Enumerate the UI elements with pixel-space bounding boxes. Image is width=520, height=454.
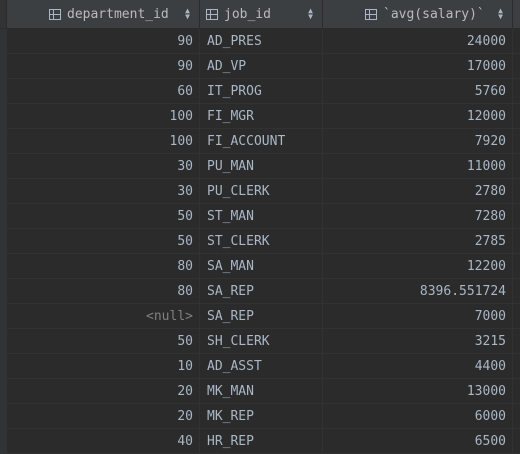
- cell-job-id[interactable]: IT_PROG: [200, 79, 323, 103]
- cell-department-id[interactable]: 90: [7, 29, 200, 53]
- cell-department-id[interactable]: 20: [7, 379, 200, 403]
- table-row[interactable]: 30 PU_CLERK 2780: [7, 179, 520, 204]
- cell-job-id[interactable]: ST_CLERK: [200, 229, 323, 253]
- table-row[interactable]: 100 FI_MGR 12000: [7, 104, 520, 129]
- column-header-label: `avg(salary)`: [383, 6, 485, 22]
- header-gutter: [0, 0, 7, 28]
- result-grid: department_id ▲ ▼ job_id ▲ ▼ `avg(salary)`…: [0, 0, 520, 454]
- column-header-avg-salary[interactable]: `avg(salary)` ▲ ▼: [323, 0, 513, 28]
- grid-body: 90 AD_PRES 24000 90 AD_VP 17000 60 IT_PROG 5760 1…: [0, 29, 520, 454]
- table-row[interactable]: 80 SA_REP 8396.551724: [7, 279, 520, 304]
- cell-department-id[interactable]: 90: [7, 54, 200, 78]
- cell-avg-salary[interactable]: 3215: [323, 329, 513, 353]
- cell-department-id[interactable]: 50: [7, 329, 200, 353]
- column-header-label: job_id: [224, 6, 271, 22]
- cell-department-id[interactable]: 80: [7, 254, 200, 278]
- cell-department-id[interactable]: 100: [7, 104, 200, 128]
- cell-job-id[interactable]: FI_MGR: [200, 104, 323, 128]
- cell-avg-salary[interactable]: 24000: [323, 29, 513, 53]
- cell-department-id[interactable]: 50: [7, 229, 200, 253]
- cell-department-id[interactable]: 50: [7, 204, 200, 228]
- table-row[interactable]: 90 AD_VP 17000: [7, 54, 520, 79]
- cell-job-id[interactable]: AD_ASST: [200, 354, 323, 378]
- cell-avg-salary[interactable]: 11000: [323, 154, 513, 178]
- cell-avg-salary[interactable]: 12000: [323, 104, 513, 128]
- table-row[interactable]: 20 MK_MAN 13000: [7, 379, 520, 404]
- sort-icon[interactable]: ▲ ▼: [497, 7, 504, 21]
- table-row[interactable]: 40 HR_REP 6500: [7, 429, 520, 454]
- table-row[interactable]: 50 SH_CLERK 3215: [7, 329, 520, 354]
- cell-avg-salary[interactable]: 17000: [323, 54, 513, 78]
- row-gutter: [0, 29, 7, 454]
- cell-avg-salary[interactable]: 6500: [323, 429, 513, 453]
- cell-avg-salary[interactable]: 5760: [323, 79, 513, 103]
- cell-department-id[interactable]: 60: [7, 79, 200, 103]
- column-icon: [365, 8, 377, 20]
- cell-avg-salary[interactable]: 8396.551724: [323, 279, 513, 303]
- cell-avg-salary[interactable]: 2785: [323, 229, 513, 253]
- column-header-label: department_id: [67, 6, 169, 22]
- table-row[interactable]: 20 MK_REP 6000: [7, 404, 520, 429]
- cell-job-id[interactable]: SA_REP: [200, 279, 323, 303]
- cell-department-id[interactable]: 20: [7, 404, 200, 428]
- cell-department-id[interactable]: 100: [7, 129, 200, 153]
- cell-job-id[interactable]: AD_VP: [200, 54, 323, 78]
- cell-department-id[interactable]: 30: [7, 179, 200, 203]
- table-row[interactable]: 50 ST_CLERK 2785: [7, 229, 520, 254]
- cell-job-id[interactable]: AD_PRES: [200, 29, 323, 53]
- cell-job-id[interactable]: MK_MAN: [200, 379, 323, 403]
- table-row[interactable]: 30 PU_MAN 11000: [7, 154, 520, 179]
- cell-job-id[interactable]: MK_REP: [200, 404, 323, 428]
- cell-avg-salary[interactable]: 7920: [323, 129, 513, 153]
- cell-department-id[interactable]: 10: [7, 354, 200, 378]
- table-row[interactable]: 10 AD_ASST 4400: [7, 354, 520, 379]
- cell-department-id[interactable]: 40: [7, 429, 200, 453]
- cell-avg-salary[interactable]: 6000: [323, 404, 513, 428]
- cell-department-id[interactable]: 80: [7, 279, 200, 303]
- cell-job-id[interactable]: PU_MAN: [200, 154, 323, 178]
- cell-avg-salary[interactable]: 2780: [323, 179, 513, 203]
- cell-job-id[interactable]: SA_MAN: [200, 254, 323, 278]
- cell-avg-salary[interactable]: 4400: [323, 354, 513, 378]
- column-icon: [49, 8, 61, 20]
- cell-avg-salary[interactable]: 7000: [323, 304, 513, 328]
- column-header-department-id[interactable]: department_id ▲ ▼: [7, 0, 200, 28]
- table-row[interactable]: 80 SA_MAN 12200: [7, 254, 520, 279]
- cell-job-id[interactable]: ST_MAN: [200, 204, 323, 228]
- cell-avg-salary[interactable]: 12200: [323, 254, 513, 278]
- cell-department-id[interactable]: <null>: [7, 304, 200, 328]
- sort-icon[interactable]: ▲ ▼: [307, 7, 314, 21]
- cell-avg-salary[interactable]: 13000: [323, 379, 513, 403]
- cell-job-id[interactable]: PU_CLERK: [200, 179, 323, 203]
- cell-job-id[interactable]: FI_ACCOUNT: [200, 129, 323, 153]
- column-header-job-id[interactable]: job_id ▲ ▼: [200, 0, 323, 28]
- table-row[interactable]: 60 IT_PROG 5760: [7, 79, 520, 104]
- table-row[interactable]: <null> SA_REP 7000: [7, 304, 520, 329]
- table-row[interactable]: 90 AD_PRES 24000: [7, 29, 520, 54]
- grid-rows: 90 AD_PRES 24000 90 AD_VP 17000 60 IT_PROG 5760 1…: [7, 29, 520, 454]
- column-icon: [206, 8, 218, 20]
- cell-job-id[interactable]: SH_CLERK: [200, 329, 323, 353]
- grid-header: department_id ▲ ▼ job_id ▲ ▼ `avg(salary)`…: [0, 0, 520, 29]
- cell-job-id[interactable]: HR_REP: [200, 429, 323, 453]
- table-row[interactable]: 50 ST_MAN 7280: [7, 204, 520, 229]
- cell-department-id[interactable]: 30: [7, 154, 200, 178]
- table-row[interactable]: 100 FI_ACCOUNT 7920: [7, 129, 520, 154]
- sort-icon[interactable]: ▲ ▼: [184, 7, 191, 21]
- cell-avg-salary[interactable]: 7280: [323, 204, 513, 228]
- cell-job-id[interactable]: SA_REP: [200, 304, 323, 328]
